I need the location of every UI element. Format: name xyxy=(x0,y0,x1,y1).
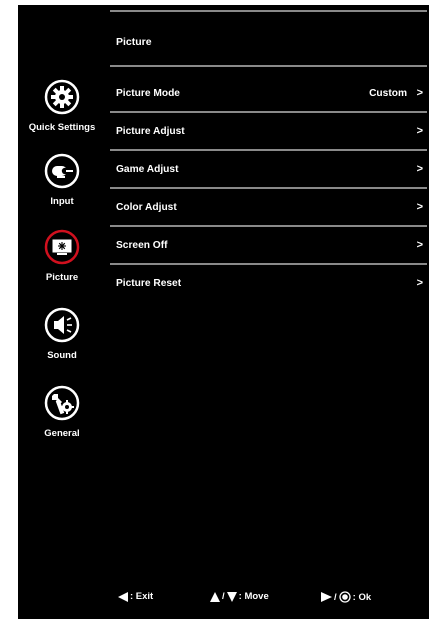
sidebar-item-sound[interactable]: Sound xyxy=(18,307,106,361)
down-arrow-icon xyxy=(226,591,237,602)
menu-item-label: Game Adjust xyxy=(116,164,179,175)
menu-item-game-adjust[interactable]: Game Adjust > xyxy=(110,151,427,189)
exit-hint-label: : Exit xyxy=(130,591,154,602)
speaker-icon xyxy=(44,307,80,343)
move-hint-label: : Move xyxy=(238,591,269,602)
sidebar-item-quick-settings[interactable]: Quick Settings xyxy=(18,79,106,133)
sidebar-item-label: Picture xyxy=(45,272,79,283)
picture-menu: Picture Mode Custom > Picture Adjust > G… xyxy=(110,75,427,303)
ok-hint-label: : Ok xyxy=(352,591,372,603)
exit-hint: : Exit xyxy=(118,591,153,602)
menu-item-label: Picture Reset xyxy=(116,278,182,289)
osd-screen: Picture Quick Settings Input Picture Sou… xyxy=(18,5,429,619)
ok-hint-separator: / xyxy=(334,591,337,603)
sidebar-item-label: Quick Settings xyxy=(28,122,96,133)
sidebar-item-general[interactable]: General xyxy=(18,385,106,439)
chevron-right-icon: > xyxy=(416,163,423,175)
menu-item-color-adjust[interactable]: Color Adjust > xyxy=(110,189,427,227)
sidebar-item-label: General xyxy=(44,428,80,439)
move-hint-separator: / xyxy=(222,591,225,602)
chevron-right-icon: > xyxy=(416,201,423,213)
up-arrow-icon xyxy=(210,591,220,602)
ok-button-icon xyxy=(338,591,351,603)
left-arrow-icon xyxy=(118,591,128,602)
chevron-right-icon: > xyxy=(416,239,423,251)
sidebar-item-input[interactable]: Input xyxy=(18,153,106,207)
menu-item-picture-adjust[interactable]: Picture Adjust > xyxy=(110,113,427,151)
sidebar-item-label: Sound xyxy=(47,350,77,361)
menu-item-label: Color Adjust xyxy=(116,202,177,213)
sidebar-item-picture[interactable]: Picture xyxy=(18,229,106,283)
sidebar-item-label: Input xyxy=(50,196,74,207)
chevron-right-icon: > xyxy=(416,277,423,289)
wrench-gear-icon xyxy=(44,385,80,421)
chevron-right-icon: > xyxy=(416,125,423,137)
top-divider xyxy=(110,10,427,12)
move-hint: / : Move xyxy=(210,591,269,602)
gear-icon xyxy=(44,79,80,115)
menu-item-picture-mode[interactable]: Picture Mode Custom > xyxy=(110,75,427,113)
picture-icon xyxy=(44,229,80,265)
ok-hint: / : Ok xyxy=(321,591,371,603)
right-arrow-icon xyxy=(321,592,332,602)
menu-item-picture-reset[interactable]: Picture Reset > xyxy=(110,265,427,303)
section-title: Picture xyxy=(116,36,152,48)
input-icon xyxy=(44,153,80,189)
menu-item-label: Picture Adjust xyxy=(116,126,185,137)
menu-item-screen-off[interactable]: Screen Off > xyxy=(110,227,427,265)
menu-item-label: Screen Off xyxy=(116,240,168,251)
menu-item-value: Custom xyxy=(369,88,407,99)
title-divider xyxy=(110,65,427,67)
menu-item-label: Picture Mode xyxy=(116,88,180,99)
chevron-right-icon: > xyxy=(416,87,423,99)
